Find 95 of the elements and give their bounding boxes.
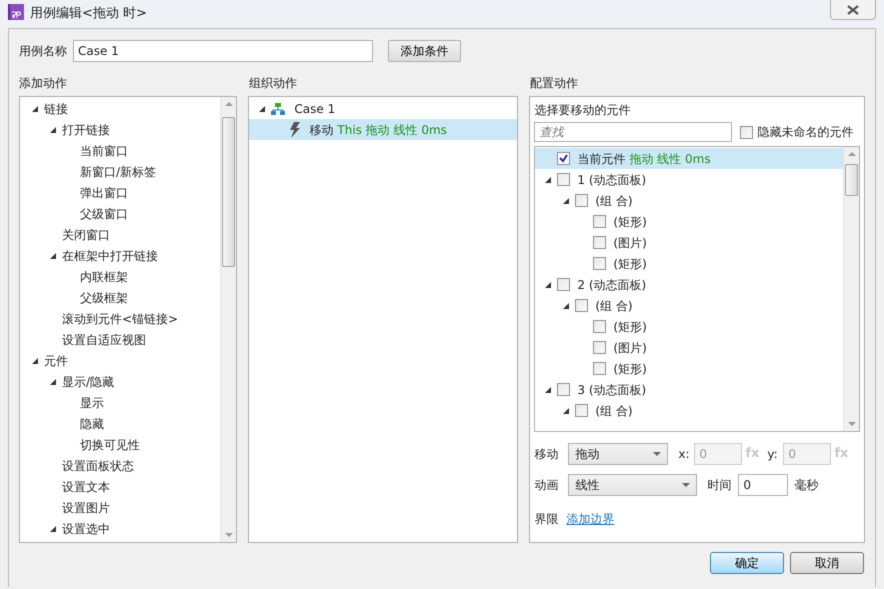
field-label: 时间 bbox=[707, 477, 732, 494]
expanded-arrow-icon[interactable] bbox=[562, 196, 570, 204]
expanded-arrow-icon[interactable] bbox=[31, 104, 39, 112]
tree-row[interactable]: 3 (动态面板) bbox=[535, 379, 843, 400]
checkbox[interactable] bbox=[575, 299, 588, 312]
app-logo-icon bbox=[8, 4, 24, 20]
tree-item[interactable]: 设置自适应视图 bbox=[62, 330, 146, 348]
case-name-field[interactable]: Case 1 bbox=[73, 40, 373, 62]
tree-item[interactable]: 设置面板状态 bbox=[62, 456, 134, 474]
scrollbar[interactable] bbox=[843, 147, 859, 431]
tree-row[interactable]: (组 合) bbox=[535, 400, 843, 421]
expanded-arrow-icon[interactable] bbox=[49, 252, 57, 260]
checkbox[interactable] bbox=[593, 257, 606, 270]
case-name-label: 用例名称 bbox=[19, 43, 68, 60]
checkbox[interactable] bbox=[557, 383, 570, 396]
scrollbar[interactable] bbox=[220, 97, 236, 542]
search-field[interactable]: 查找 bbox=[534, 122, 732, 142]
expanded-arrow-icon[interactable] bbox=[49, 126, 57, 134]
field-label: 动画 bbox=[534, 477, 560, 494]
tree-item[interactable]: 新窗口/新标签 bbox=[80, 162, 156, 180]
tree-row[interactable]: (组 合) bbox=[535, 190, 843, 211]
section-subheading: 选择要移动的元件 bbox=[534, 102, 632, 119]
flow-icon bbox=[271, 102, 286, 114]
tree-item[interactable]: 设置文本 bbox=[62, 478, 110, 496]
tree-group[interactable]: 元件 bbox=[44, 352, 68, 370]
close-button[interactable] bbox=[830, 0, 876, 20]
action-row[interactable]: 移动 This 拖动 线性 0ms bbox=[249, 119, 518, 140]
tree-group[interactable]: 设置选中 bbox=[62, 520, 110, 538]
tree-row[interactable]: (组 合) bbox=[535, 295, 843, 316]
tree-item[interactable]: 父级窗口 bbox=[80, 204, 128, 222]
field-label: 移动 bbox=[534, 446, 560, 463]
checkbox[interactable] bbox=[575, 404, 588, 417]
checkbox[interactable] bbox=[740, 126, 754, 138]
tree-item[interactable]: 父级框架 bbox=[80, 288, 128, 306]
checkbox[interactable] bbox=[557, 152, 570, 165]
tree-row[interactable]: (图片) bbox=[535, 232, 843, 253]
tree-row[interactable]: 1 (动态面板) bbox=[535, 169, 843, 190]
checkbox[interactable] bbox=[575, 194, 588, 207]
tree-item[interactable]: 显示 bbox=[80, 394, 104, 412]
tree-group[interactable]: 显示/隐藏 bbox=[62, 372, 114, 390]
expanded-arrow-icon[interactable] bbox=[544, 176, 552, 184]
tree-row[interactable]: (矩形) bbox=[535, 253, 843, 274]
expanded-arrow-icon[interactable] bbox=[562, 406, 570, 414]
tree-row[interactable]: 2 (动态面板) bbox=[535, 274, 843, 295]
field-label: y: bbox=[767, 446, 779, 463]
expanded-arrow-icon[interactable] bbox=[49, 524, 57, 532]
tree-group[interactable]: 链接 bbox=[44, 100, 68, 118]
section-heading: 组织动作 bbox=[249, 75, 298, 90]
tree-row[interactable]: (图片) bbox=[535, 337, 843, 358]
tree-item[interactable]: 滚动到元件<锚链接> bbox=[62, 310, 178, 328]
section-heading: 添加动作 bbox=[19, 75, 68, 90]
checkbox[interactable] bbox=[593, 215, 606, 228]
ok-button[interactable]: 确定 bbox=[710, 552, 784, 574]
caret-icon bbox=[653, 452, 662, 456]
checkbox[interactable] bbox=[557, 173, 570, 186]
checkbox[interactable] bbox=[593, 320, 606, 333]
unit-label: 毫秒 bbox=[794, 477, 818, 494]
add-condition-button[interactable]: 添加条件 bbox=[388, 40, 461, 62]
tree-row[interactable]: (矩形) bbox=[535, 358, 843, 379]
tree-group[interactable]: 在框架中打开链接 bbox=[62, 246, 158, 264]
tree-item[interactable]: 设置图片 bbox=[62, 498, 110, 516]
tree-row[interactable]: 当前元件 拖动 线性 0ms bbox=[535, 148, 843, 169]
case-label[interactable]: Case 1 bbox=[294, 100, 336, 118]
tree-item[interactable]: 关闭窗口 bbox=[62, 226, 110, 244]
expanded-arrow-icon[interactable] bbox=[562, 302, 570, 310]
expanded-arrow-icon[interactable] bbox=[544, 280, 552, 288]
checkbox[interactable] bbox=[593, 236, 606, 249]
window-title: 用例编辑<拖动 时> bbox=[30, 5, 147, 23]
field-label: 界限 bbox=[534, 511, 560, 528]
expanded-arrow-icon[interactable] bbox=[49, 378, 57, 386]
tree-row[interactable]: (矩形) bbox=[535, 211, 843, 232]
tree-item[interactable]: 切换可见性 bbox=[80, 436, 140, 454]
caret-icon bbox=[682, 482, 690, 488]
expanded-arrow-icon[interactable] bbox=[31, 356, 39, 364]
checkbox[interactable] bbox=[593, 341, 606, 354]
section-heading: 配置动作 bbox=[530, 75, 578, 90]
time-field[interactable]: 0 bbox=[738, 474, 788, 496]
animation-dropdown[interactable]: 线性 bbox=[568, 474, 698, 496]
checkbox[interactable] bbox=[557, 278, 570, 291]
field-label: x: bbox=[678, 446, 691, 463]
tree-item[interactable]: 内联框架 bbox=[80, 268, 128, 286]
tree-group[interactable]: 打开链接 bbox=[62, 120, 110, 138]
move-dropdown[interactable]: 拖动 bbox=[568, 443, 668, 465]
checkbox-label: 隐藏未命名的元件 bbox=[757, 124, 854, 141]
tree-item[interactable]: 隐藏 bbox=[80, 414, 104, 432]
expanded-arrow-icon[interactable] bbox=[258, 104, 266, 112]
lightning-icon bbox=[289, 122, 302, 138]
add-bounds-link[interactable]: 添加边界 bbox=[566, 510, 614, 528]
tree-item[interactable]: 弹出窗口 bbox=[80, 184, 128, 202]
close-icon bbox=[847, 4, 859, 14]
tree-item[interactable]: 当前窗口 bbox=[80, 142, 128, 160]
checkbox[interactable] bbox=[593, 362, 606, 375]
cancel-button[interactable]: 取消 bbox=[790, 552, 864, 574]
tree-row[interactable]: (矩形) bbox=[535, 316, 843, 337]
expanded-arrow-icon[interactable] bbox=[544, 386, 552, 394]
